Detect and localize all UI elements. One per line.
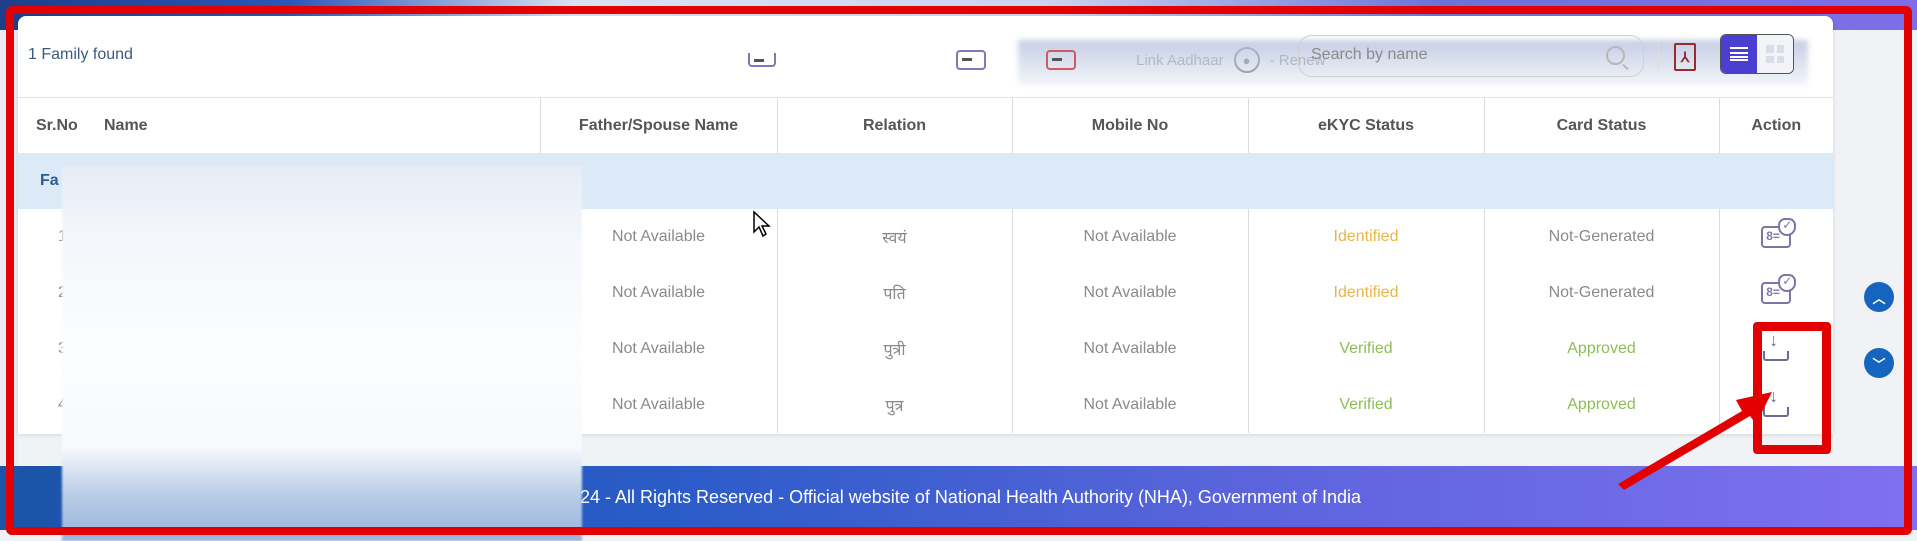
col-header-relation: Relation: [777, 98, 1013, 153]
footer-copyright: 024 - All Rights Reserved - Official web…: [570, 487, 1362, 507]
download-card-button[interactable]: ↓: [1759, 387, 1793, 419]
card-verify-icon: [1761, 273, 1797, 304]
table-header-row: Sr.No Name Father/Spouse Name Relation M…: [18, 98, 1833, 153]
card-icon: [956, 50, 986, 70]
scroll-up-button[interactable]: ︿: [1864, 282, 1894, 312]
list-icon: [1730, 47, 1748, 61]
cell-card-status: Not-Generated: [1484, 265, 1720, 321]
legend-item-card: [956, 50, 986, 70]
cell-mobile: Not Available: [1012, 265, 1249, 321]
page-background: [0, 30, 18, 470]
card-rejected-icon: [1046, 50, 1076, 70]
generate-card-button[interactable]: [1759, 273, 1797, 308]
col-header-card-status: Card Status: [1484, 98, 1720, 153]
download-icon: ↓: [1763, 331, 1790, 361]
cell-relation: पुत्री: [777, 321, 1013, 377]
card-verify-icon: [1761, 217, 1797, 248]
legend-item-card-red: [1046, 50, 1076, 70]
col-header-name: Name: [104, 98, 541, 153]
legend-item-download: [748, 53, 776, 67]
cell-mobile: Not Available: [1012, 209, 1249, 265]
download-card-button[interactable]: ↓: [1759, 331, 1793, 363]
cell-action: [1719, 209, 1833, 265]
cell-ekyc-status: Verified: [1248, 321, 1485, 377]
col-header-ekyc: eKYC Status: [1248, 98, 1485, 153]
mouse-cursor-icon: [753, 210, 771, 238]
cell-card-status: Approved: [1484, 321, 1720, 377]
divider: [1658, 42, 1659, 70]
col-header-mobile: Mobile No: [1012, 98, 1249, 153]
list-view-button[interactable]: [1721, 35, 1757, 73]
col-header-srno: Sr.No: [18, 98, 104, 153]
family-count: 1 Family found: [28, 46, 133, 63]
download-icon: ↓: [1763, 387, 1790, 417]
cell-action: [1719, 265, 1833, 321]
search-input[interactable]: [1311, 46, 1591, 64]
toolbar: 1 Family found Link Aadhaar ● - Renew ⅄: [18, 16, 1833, 98]
cell-relation: पति: [777, 265, 1013, 321]
cell-relation: पुत्र: [777, 377, 1013, 433]
search-box: [1298, 35, 1644, 77]
search-icon[interactable]: [1606, 46, 1625, 65]
cell-card-status: Approved: [1484, 377, 1720, 433]
cell-card-status: Not-Generated: [1484, 209, 1720, 265]
col-header-father-spouse: Father/Spouse Name: [540, 98, 778, 153]
cell-ekyc-status: Identified: [1248, 265, 1485, 321]
cell-action: ↓: [1719, 321, 1833, 377]
download-icon: [748, 53, 776, 67]
cell-mobile: Not Available: [1012, 377, 1249, 433]
legend: Link Aadhaar ● - Renew: [748, 40, 1808, 85]
cell-mobile: Not Available: [1012, 321, 1249, 377]
cell-ekyc-status: Identified: [1248, 209, 1485, 265]
grid-view-button[interactable]: [1757, 35, 1793, 73]
cell-ekyc-status: Verified: [1248, 377, 1485, 433]
generate-card-button[interactable]: [1759, 217, 1797, 252]
col-header-action: Action: [1719, 98, 1833, 153]
cell-action: ↓: [1719, 377, 1833, 433]
cell-relation: स्वयं: [777, 209, 1013, 265]
scroll-down-button[interactable]: ﹀: [1864, 348, 1894, 378]
grid-icon: [1766, 45, 1784, 63]
redacted-names-overlay: [62, 166, 582, 541]
pdf-export-icon[interactable]: ⅄: [1674, 43, 1696, 71]
view-toggle: [1720, 34, 1794, 74]
